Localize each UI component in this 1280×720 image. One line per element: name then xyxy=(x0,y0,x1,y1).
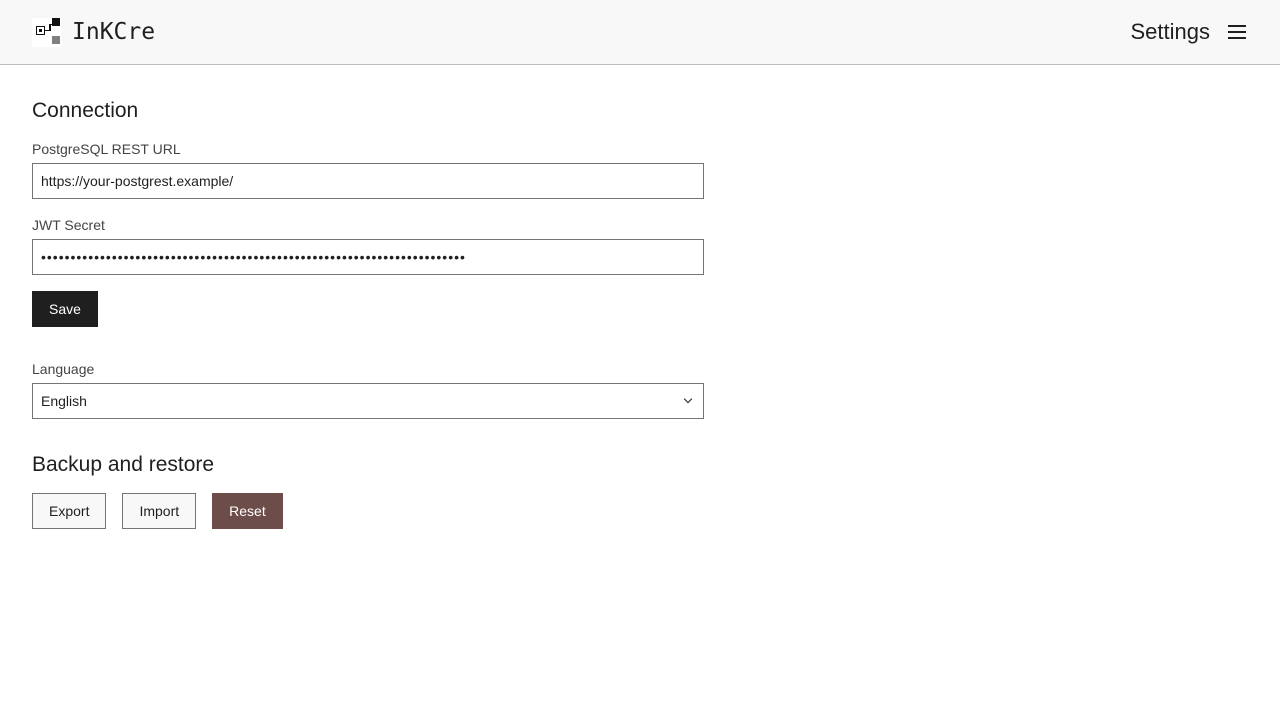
inkcre-logo-icon xyxy=(32,17,61,47)
language-selected-value: English xyxy=(41,393,87,409)
brand[interactable]: InKCre xyxy=(32,17,156,47)
brand-name: InKCre xyxy=(72,19,156,45)
reset-button[interactable]: Reset xyxy=(212,493,283,529)
language-field-label: Language xyxy=(32,361,95,377)
connection-section-title: Connection xyxy=(32,99,139,122)
export-button[interactable]: Export xyxy=(32,493,107,529)
app-header: InKCre Settings xyxy=(0,0,1280,65)
language-select[interactable]: English xyxy=(32,383,704,419)
save-button[interactable]: Save xyxy=(32,291,98,327)
chevron-down-icon xyxy=(683,394,693,404)
settings-main: Connection PostgreSQL REST URL JWT Secre… xyxy=(32,65,704,529)
jwt-secret-input[interactable] xyxy=(32,239,704,275)
url-field-group: PostgreSQL REST URL xyxy=(32,141,704,199)
hamburger-menu-icon[interactable] xyxy=(1226,21,1248,43)
postgrest-url-input[interactable] xyxy=(32,163,704,199)
backup-section-title: Backup and restore xyxy=(32,453,215,476)
jwt-field-group: JWT Secret xyxy=(32,217,704,275)
save-row: Save xyxy=(32,291,704,327)
import-button[interactable]: Import xyxy=(122,493,197,529)
jwt-field-label: JWT Secret xyxy=(32,217,105,233)
backup-actions: Export Import Reset xyxy=(32,493,704,529)
page-title: Settings xyxy=(1130,19,1211,44)
language-field-group: Language English xyxy=(32,361,704,419)
header-right: Settings xyxy=(1131,19,1249,45)
url-field-label: PostgreSQL REST URL xyxy=(32,141,181,157)
